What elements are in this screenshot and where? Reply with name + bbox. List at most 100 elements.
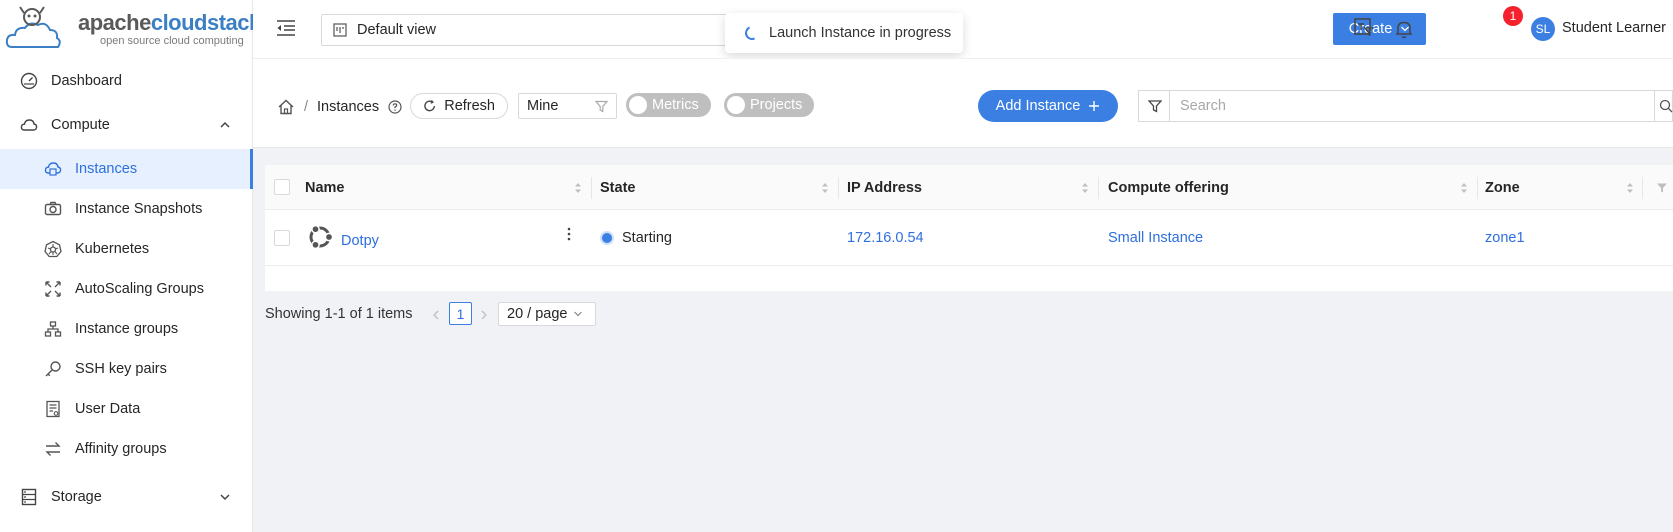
sidebar-item-autoscaling-groups[interactable]: AutoScaling Groups xyxy=(0,269,253,309)
home-icon[interactable] xyxy=(277,98,295,116)
add-instance-button[interactable]: Add Instance xyxy=(978,90,1118,122)
logo[interactable]: apachecloudstack open source cloud compu… xyxy=(4,3,261,55)
sidebar-item-compute[interactable]: Compute xyxy=(0,105,253,145)
chevron-down-icon xyxy=(574,311,583,317)
sort-icon[interactable] xyxy=(1460,181,1468,195)
document-icon xyxy=(44,400,62,418)
sort-icon[interactable] xyxy=(821,181,829,195)
prev-page-icon[interactable] xyxy=(430,309,442,321)
search-filter-button[interactable] xyxy=(1138,90,1170,122)
sidebar: apachecloudstack open source cloud compu… xyxy=(0,0,261,532)
toggle-knob xyxy=(629,96,647,114)
refresh-label: Refresh xyxy=(444,98,495,114)
add-instance-label: Add Instance xyxy=(995,98,1081,114)
cluster-icon xyxy=(44,320,62,338)
view-select[interactable]: Default view xyxy=(321,14,731,46)
status-indicator-icon xyxy=(600,231,614,245)
dashboard-icon xyxy=(20,72,38,90)
sidebar-item-label: Instance groups xyxy=(75,321,179,337)
more-actions-icon[interactable] xyxy=(567,227,571,241)
swap-icon xyxy=(44,440,62,458)
column-divider xyxy=(1642,177,1643,199)
refresh-button[interactable]: Refresh xyxy=(410,93,508,119)
column-filter-icon[interactable] xyxy=(1656,182,1668,194)
translate-icon[interactable] xyxy=(1353,16,1375,38)
sidebar-item-storage[interactable]: Storage xyxy=(0,477,253,517)
menu-fold-icon[interactable] xyxy=(275,18,297,38)
column-header-state[interactable]: State xyxy=(600,165,635,210)
logo-brand-apache: apache xyxy=(78,10,151,35)
cloud-icon xyxy=(20,116,38,134)
metrics-label: Metrics xyxy=(652,97,699,113)
filter-select[interactable]: Mine xyxy=(518,93,617,119)
avatar[interactable]: SL xyxy=(1531,17,1555,41)
chevron-down-icon xyxy=(220,494,230,501)
sidebar-item-kubernetes[interactable]: Kubernetes xyxy=(0,229,253,269)
sidebar-item-user-data[interactable]: User Data xyxy=(0,389,253,429)
column-header-compute-offering[interactable]: Compute offering xyxy=(1108,165,1229,210)
compute-offering-link[interactable]: Small Instance xyxy=(1108,230,1203,246)
column-divider xyxy=(1477,177,1478,199)
next-page-icon[interactable] xyxy=(478,309,490,321)
sort-icon[interactable] xyxy=(574,181,582,195)
expand-arrows-icon xyxy=(44,280,62,298)
ubuntu-os-icon xyxy=(309,224,334,250)
column-divider xyxy=(1098,177,1099,199)
camera-icon xyxy=(44,200,62,218)
column-header-zone[interactable]: Zone xyxy=(1485,165,1520,210)
view-select-value: Default view xyxy=(357,22,436,38)
ip-address-cell: 172.16.0.54 xyxy=(847,227,924,249)
sidebar-item-label: User Data xyxy=(75,401,141,417)
header: Default view Launch Instance in progress… xyxy=(253,0,1673,58)
metrics-toggle[interactable]: Metrics xyxy=(626,93,711,117)
sidebar-item-affinity-groups[interactable]: Affinity groups xyxy=(0,429,253,469)
username[interactable]: Student Learner xyxy=(1562,20,1666,36)
sidebar-item-dashboard[interactable]: Dashboard xyxy=(0,61,253,101)
launch-progress-toast: Launch Instance in progress xyxy=(725,13,963,53)
instance-state-cell: Starting xyxy=(600,227,672,249)
project-icon xyxy=(333,23,347,37)
breadcrumb-separator: / xyxy=(304,99,309,115)
table-row: Dotpy Starting 172.16.0.54 Small Instanc… xyxy=(265,210,1673,266)
loading-spinner-icon xyxy=(743,24,761,42)
logo-brand-cloudstack: cloudstack xyxy=(150,10,261,35)
page-size-select[interactable]: 20 / page xyxy=(498,302,596,326)
instances-table: Name State IP Address Compute offering Z… xyxy=(265,165,1673,291)
row-checkbox[interactable] xyxy=(274,230,290,246)
key-icon xyxy=(44,360,62,378)
sidebar-item-ssh-key-pairs[interactable]: SSH key pairs xyxy=(0,349,253,389)
projects-label: Projects xyxy=(750,97,803,113)
search-button[interactable] xyxy=(1654,90,1673,122)
reload-icon xyxy=(424,99,435,112)
projects-toggle[interactable]: Projects xyxy=(724,93,815,117)
bell-icon[interactable] xyxy=(1393,18,1415,40)
question-circle-icon[interactable] xyxy=(388,100,402,114)
sort-icon[interactable] xyxy=(1626,181,1634,195)
search-input[interactable] xyxy=(1169,90,1655,122)
sidebar-item-label: AutoScaling Groups xyxy=(75,281,204,297)
zone-cell: zone1 xyxy=(1485,227,1525,249)
page-number-button[interactable]: 1 xyxy=(449,302,472,325)
select-all-checkbox[interactable] xyxy=(274,179,290,195)
column-divider xyxy=(591,177,592,199)
breadcrumb: / Instances xyxy=(277,98,402,116)
column-header-name[interactable]: Name xyxy=(305,165,345,210)
sort-icon[interactable] xyxy=(1081,181,1089,195)
sidebar-item-instance-snapshots[interactable]: Instance Snapshots xyxy=(0,189,253,229)
sidebar-item-label: Kubernetes xyxy=(75,241,150,257)
column-header-ip-address[interactable]: IP Address xyxy=(847,165,922,210)
zone-link[interactable]: zone1 xyxy=(1485,230,1525,246)
chevron-up-icon xyxy=(220,121,230,128)
cloudmonkey-logo-icon xyxy=(5,6,61,48)
instance-state: Starting xyxy=(622,230,672,246)
instance-name-link[interactable]: Dotpy xyxy=(341,233,379,249)
ip-address-link[interactable]: 172.16.0.54 xyxy=(847,230,924,246)
toggle-knob xyxy=(727,96,745,114)
cloud-server-icon xyxy=(44,160,62,178)
plus-icon xyxy=(1089,101,1100,111)
sidebar-item-instance-groups[interactable]: Instance groups xyxy=(0,309,253,349)
pagination-summary: Showing 1-1 of 1 items xyxy=(265,306,413,322)
sidebar-item-instances[interactable]: Instances xyxy=(0,149,253,189)
sidebar-item-label: Compute xyxy=(51,117,110,133)
filter-select-value: Mine xyxy=(527,98,559,114)
